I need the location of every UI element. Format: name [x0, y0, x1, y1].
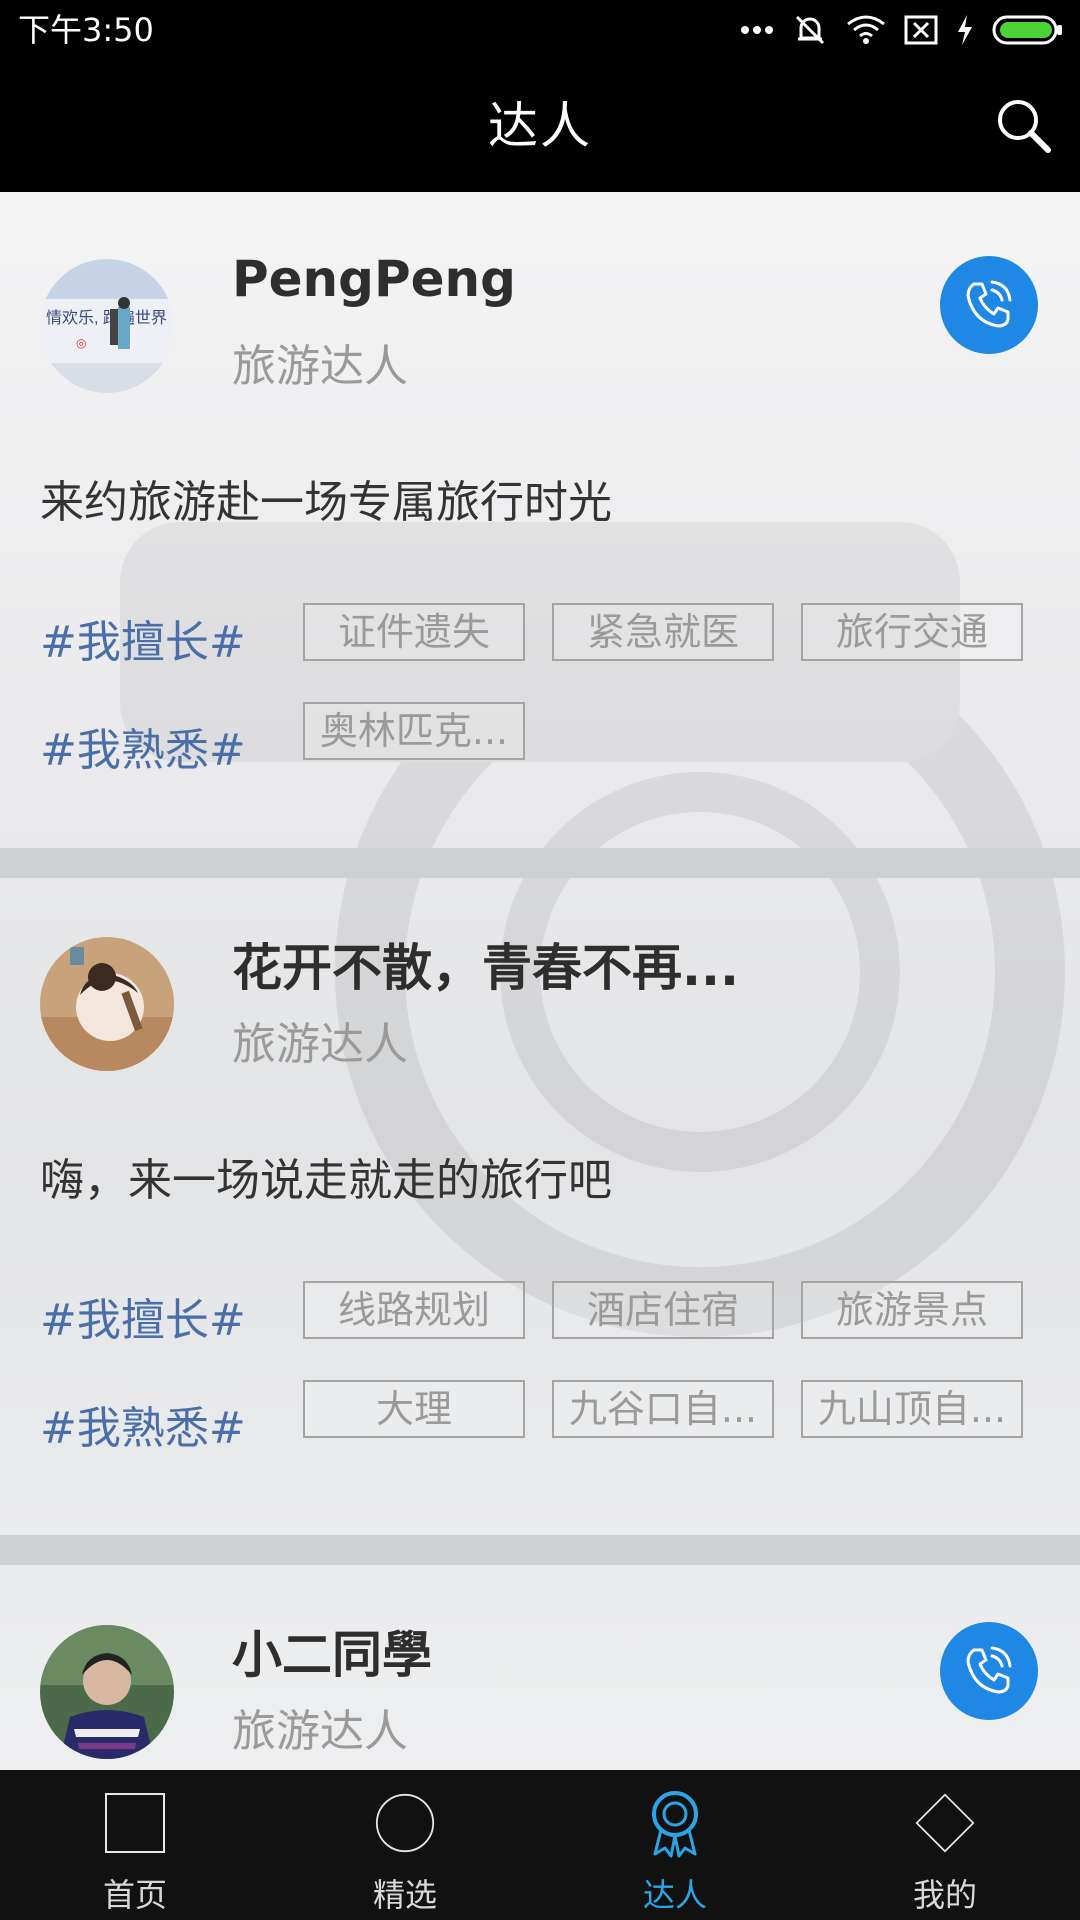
- svg-text:情欢乐, 跑遍世界: 情欢乐, 跑遍世界: [46, 309, 167, 327]
- status-bar: 下午3:50: [0, 0, 1080, 60]
- svg-text:◎: ◎: [76, 336, 86, 350]
- phone-call-icon: [966, 1646, 1012, 1694]
- card-separator: [0, 848, 1080, 878]
- circle-icon: [375, 1788, 435, 1858]
- wifi-icon: [847, 15, 885, 44]
- award-medal-icon: [645, 1788, 705, 1858]
- expert-role: 旅游达人: [232, 1706, 408, 1757]
- place-tag[interactable]: 九谷口自...: [552, 1380, 774, 1438]
- skill-tag[interactable]: 紧急就医: [552, 603, 774, 661]
- expert-motto: 嗨，来一场说走就走的旅行吧: [40, 1155, 612, 1206]
- status-time: 下午3:50: [18, 11, 154, 49]
- square-icon: [105, 1788, 165, 1858]
- nav-label: 首页: [102, 1876, 167, 1914]
- expert-list[interactable]: 情欢乐, 跑遍世界 ◎ PengPeng 旅游达人 来约旅游赴一场专属旅行时光 …: [0, 192, 1080, 1770]
- expert-name: PengPeng: [232, 250, 516, 308]
- call-button[interactable]: [940, 256, 1038, 354]
- expert-role: 旅游达人: [232, 1019, 408, 1070]
- nav-label: 我的: [912, 1876, 977, 1914]
- avatar[interactable]: 情欢乐, 跑遍世界 ◎: [40, 259, 174, 393]
- phone-call-icon: [966, 280, 1012, 328]
- expert-role: 旅游达人: [232, 341, 408, 392]
- nav-label: 精选: [372, 1876, 437, 1914]
- nav-label: 达人: [642, 1876, 707, 1914]
- place-tag[interactable]: 九山顶自...: [801, 1380, 1023, 1438]
- page-title: 达人: [488, 97, 592, 155]
- skill-tag[interactable]: 酒店住宿: [552, 1281, 774, 1339]
- charging-icon: [958, 15, 972, 45]
- avatar[interactable]: [40, 937, 174, 1071]
- skill-tag[interactable]: 线路规划: [303, 1281, 525, 1339]
- card-separator: [0, 1535, 1080, 1565]
- nav-item-featured[interactable]: 精选: [270, 1770, 540, 1920]
- expert-card[interactable]: 情欢乐, 跑遍世界 ◎ PengPeng 旅游达人 来约旅游赴一场专属旅行时光 …: [0, 192, 1080, 692]
- nav-item-experts[interactable]: 达人: [540, 1770, 810, 1920]
- skill-tag[interactable]: 证件遗失: [303, 603, 525, 661]
- familiar-label: #我熟悉#: [40, 1403, 246, 1454]
- mute-bell-icon: [795, 15, 825, 45]
- bottom-nav: 首页 精选 达人 我的: [0, 1770, 1080, 1920]
- battery-icon: [992, 15, 1062, 45]
- call-button[interactable]: [940, 1622, 1038, 1720]
- place-tag[interactable]: 奥林匹克...: [303, 702, 525, 760]
- nav-item-home[interactable]: 首页: [0, 1770, 270, 1920]
- place-tag[interactable]: 大理: [303, 1380, 525, 1438]
- expert-motto: 来约旅游赴一场专属旅行时光: [40, 477, 612, 528]
- app-bar: 达人: [0, 60, 1080, 192]
- search-button[interactable]: [994, 96, 1054, 156]
- skill-tag[interactable]: 旅游景点: [801, 1281, 1023, 1339]
- no-sim-icon: [904, 15, 938, 45]
- more-dots-icon: [741, 26, 773, 34]
- diamond-icon: [915, 1788, 975, 1858]
- skill-tag[interactable]: 旅行交通: [801, 603, 1023, 661]
- good-at-label: #我擅长#: [40, 1295, 246, 1346]
- nav-item-mine[interactable]: 我的: [810, 1770, 1080, 1920]
- expert-name: 花开不散，青春不再...: [232, 939, 739, 997]
- status-icons: [740, 12, 1064, 48]
- expert-name: 小二同學: [232, 1626, 432, 1684]
- expert-card[interactable]: 小二同學 旅游达人: [0, 1565, 1080, 1770]
- familiar-label: #我熟悉#: [40, 725, 246, 776]
- search-icon: [998, 100, 1051, 153]
- expert-card[interactable]: 花开不散，青春不再... 旅游达人 嗨，来一场说走就走的旅行吧 #我擅长# 线路…: [0, 878, 1080, 1538]
- avatar[interactable]: [40, 1625, 174, 1759]
- good-at-label: #我擅长#: [40, 617, 246, 668]
